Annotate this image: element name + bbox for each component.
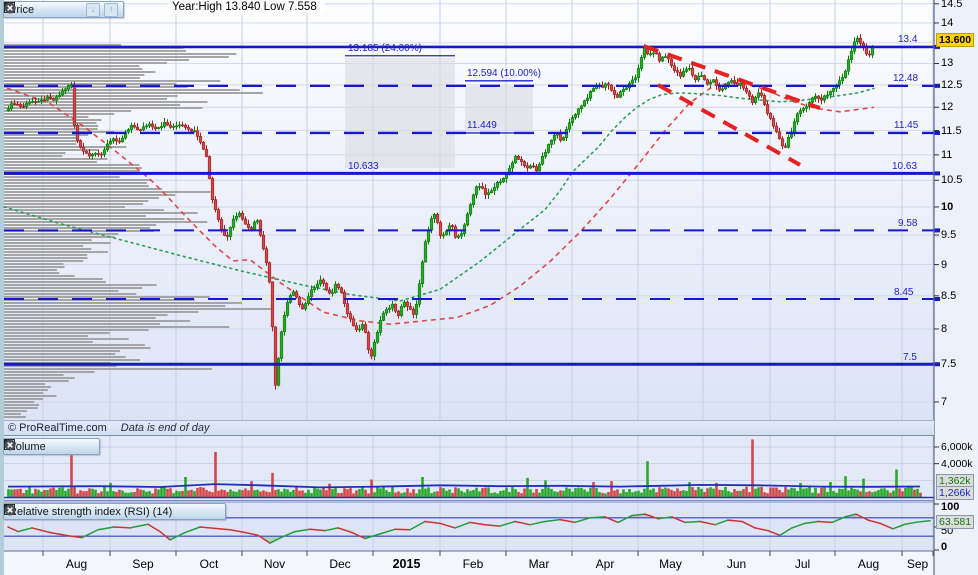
trading-app-window: Price ↓ ↑ Year:High 13.840 Low 7.558 © P… <box>0 0 978 575</box>
data-note: Data is end of day <box>120 422 210 434</box>
price-axis-label: 7 <box>941 395 948 408</box>
month-label: Sep <box>906 557 929 571</box>
volume-ma-tag: 1,266k <box>936 485 974 500</box>
wrench-icon[interactable] <box>4 439 62 453</box>
price-axis-label: 11 <box>941 148 953 161</box>
level-label: 9.58 <box>898 217 918 229</box>
rsi-value-tag: 63.581 <box>936 514 975 529</box>
rsi-axis-label: 100 <box>941 501 960 513</box>
price-axis-label: 7.5 <box>941 358 957 371</box>
rsi-axis-label: 0 <box>941 541 948 553</box>
maximize-icon[interactable] <box>4 2 66 16</box>
chart-canvas[interactable] <box>0 0 978 575</box>
level-label: 7.5 <box>903 351 917 363</box>
price-axis-label: 12 <box>941 101 954 114</box>
volume-panel-header[interactable]: Volume <box>3 438 100 455</box>
rsi-panel-header[interactable]: Relative strength index (RSI) (14) <box>3 503 227 520</box>
annotation-label: 10.633 <box>348 160 379 172</box>
last-price-tag: 13.600 <box>936 32 975 47</box>
maximize-icon[interactable] <box>4 439 78 453</box>
month-label: Aug <box>65 557 88 571</box>
close-icon[interactable] <box>4 504 220 518</box>
close-icon[interactable] <box>4 2 82 16</box>
volume-axis-label: 6,000k <box>941 441 973 453</box>
price-axis-label: 14.5 <box>941 0 963 10</box>
month-label: Dec <box>329 557 351 571</box>
month-label: Sep <box>132 557 154 571</box>
price-axis-label: 8.5 <box>941 289 957 302</box>
annotation-label: 13.185 (24.00%) <box>348 43 422 55</box>
month-label: Jul <box>794 557 811 571</box>
price-axis-label: 8 <box>941 322 948 335</box>
month-label: May <box>659 557 682 571</box>
month-label: Oct <box>199 557 219 571</box>
price-axis-label: 14 <box>941 16 954 29</box>
month-label: Aug <box>857 557 880 571</box>
volume-axis-label: 4,000k <box>941 457 973 470</box>
price-axis-label: 10 <box>941 200 954 213</box>
price-axis-label: 9.5 <box>941 228 957 241</box>
wrench-icon[interactable] <box>4 504 188 518</box>
month-label: 2015 <box>392 557 421 571</box>
level-label: 13.4 <box>898 34 918 46</box>
annotation-label: 12.594 (10.00%) <box>467 68 541 80</box>
price-axis-label: 10.5 <box>941 174 963 187</box>
close-icon[interactable] <box>4 439 94 453</box>
maximize-icon[interactable] <box>4 504 204 518</box>
month-label: Nov <box>263 557 286 571</box>
annotation-label: 11.449 <box>467 120 497 132</box>
month-label: Feb <box>462 557 484 571</box>
rsi-panel-title: Relative strength index (RSI) (14) <box>9 505 173 518</box>
price-axis-label: 9 <box>941 258 948 271</box>
month-label: Mar <box>528 557 550 571</box>
wrench-icon[interactable] <box>4 2 50 16</box>
price-axis-label: 11.5 <box>941 124 962 137</box>
price-axis-label: 13 <box>941 57 954 70</box>
year-high-low-stats: Year:High 13.840 Low 7.558 <box>168 0 325 14</box>
move-up-icon[interactable]: ↑ <box>104 2 119 17</box>
provider-credit: © ProRealTime.com <box>8 422 107 434</box>
level-label: 10.63 <box>892 160 918 172</box>
level-label: 11.45 <box>894 120 919 132</box>
price-axis-label: 12.5 <box>941 78 963 91</box>
copyright-bar: © ProRealTime.com Data is end of day <box>4 420 934 435</box>
level-label: 8.45 <box>894 286 914 298</box>
month-label: Apr <box>595 557 615 571</box>
price-panel-header[interactable]: Price ↓ ↑ <box>3 1 125 18</box>
move-down-icon[interactable]: ↓ <box>86 2 101 17</box>
month-label: Jun <box>726 557 747 571</box>
level-label: 12.48 <box>893 73 919 85</box>
